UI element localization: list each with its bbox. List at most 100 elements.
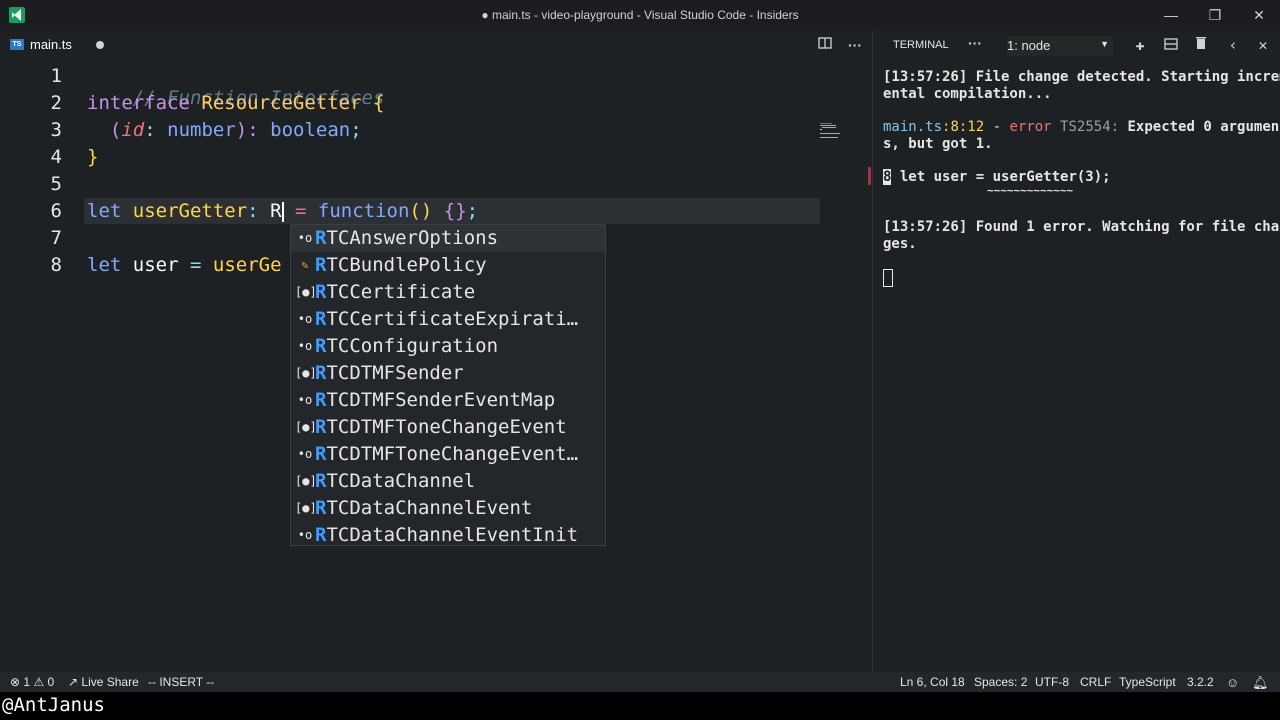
variable-token: user — [132, 254, 179, 276]
line-number: 7 — [50, 227, 62, 249]
terminal-selected-value: 1: node — [1007, 38, 1051, 53]
match-highlight: R — [315, 524, 327, 546]
indentation[interactable]: Spaces: 2 — [974, 675, 1027, 689]
tab-terminal[interactable]: TERMINAL — [893, 39, 949, 51]
split-editor-icon[interactable] — [816, 36, 834, 54]
live-share-button[interactable]: ↗ Live Share — [68, 675, 139, 689]
line-ending[interactable]: CRLF — [1080, 675, 1111, 689]
paren-token: () — [409, 200, 433, 222]
suggestion-item[interactable]: •o RTCCertificateExpirati… — [291, 306, 605, 333]
paren-token: ( — [109, 119, 122, 141]
trash-icon[interactable] — [1191, 36, 1211, 54]
suggestion-item[interactable]: [●] RTCDataChannel — [291, 468, 605, 495]
match-highlight: R — [315, 335, 327, 357]
error-code: TS2554: — [1051, 119, 1128, 135]
error-dash: - — [984, 119, 1010, 135]
suggestion-item[interactable]: [●] RTCDTMFSender — [291, 360, 605, 387]
minimap[interactable] — [818, 122, 842, 140]
title-bar: ● main.ts - video-playground - Visual St… — [0, 0, 1280, 30]
chevron-left-icon[interactable]: ‹ — [1223, 36, 1243, 54]
chevron-down-icon: ▼ — [1100, 39, 1109, 49]
interface-icon: •o — [297, 312, 313, 326]
feedback-smiley-icon[interactable]: ☺ — [1226, 675, 1239, 690]
line-number: 4 — [50, 146, 62, 168]
semicolon-token: ; — [350, 119, 362, 141]
close-panel-icon[interactable]: ✕ — [1253, 36, 1273, 54]
terminal-output[interactable]: [13:57:26] File change detected. Startin… — [873, 60, 1280, 672]
match-highlight: R — [315, 362, 327, 384]
terminal-more-icon[interactable]: ··· — [968, 35, 982, 51]
vim-mode: -- INSERT -- — [148, 675, 215, 689]
tab-main-ts[interactable]: TS main.ts — [0, 30, 122, 60]
line-number: 3 — [50, 119, 62, 141]
enum-icon: ✎ — [301, 258, 309, 272]
variable-icon: [●] — [295, 285, 317, 299]
suggestion-label: TCBundlePolicy — [326, 254, 487, 276]
language-mode[interactable]: TypeScript — [1119, 675, 1176, 689]
live-share-icon: ↗ — [68, 675, 79, 689]
suggestion-item[interactable]: •o RTCConfiguration — [291, 333, 605, 360]
editor-tab-bar: TS main.ts ··· — [0, 30, 862, 60]
tab-label: main.ts — [30, 37, 72, 52]
editor-scrollbar[interactable] — [858, 60, 872, 672]
interface-icon: •o — [297, 528, 313, 542]
warning-count: 0 — [47, 675, 55, 689]
new-terminal-plus-icon[interactable]: ✚ — [1130, 36, 1150, 54]
terminal-line: [13:57:26] Found 1 error. Watching for f… — [883, 219, 1280, 235]
split-terminal-icon[interactable] — [1161, 36, 1181, 54]
type-token: boolean — [270, 119, 351, 141]
match-highlight: R — [315, 281, 327, 303]
cursor-position[interactable]: Ln 6, Col 18 — [900, 675, 965, 689]
source-code: let user = userGetter(3); — [891, 169, 1111, 185]
brace-token: { — [373, 92, 385, 114]
suggestion-label: TCCertificate — [326, 281, 476, 303]
suggestion-item[interactable]: •o RTCDTMFSenderEventMap — [291, 387, 605, 414]
encoding[interactable]: UTF-8 — [1035, 675, 1069, 689]
colon-token: : — [247, 200, 259, 222]
minimize-button[interactable]: — — [1148, 0, 1194, 30]
close-window-button[interactable]: ✕ — [1236, 0, 1280, 30]
code-line-6: let userGetter: R = function() {}; — [87, 200, 478, 222]
code-line-3: (id: number): boolean; — [87, 119, 362, 141]
typescript-version[interactable]: 3.2.2 — [1187, 675, 1214, 689]
suggestion-item[interactable]: [●] RTCDataChannelEvent — [291, 495, 605, 522]
keyword-token: function — [317, 200, 410, 222]
suggestion-label: TCDTMFToneChangeEvent — [326, 416, 567, 438]
match-highlight: R — [315, 254, 327, 276]
unsaved-dot-icon[interactable] — [96, 41, 104, 49]
suggestion-label: TCDataChannel — [326, 470, 476, 492]
colon-token: : — [144, 119, 156, 141]
keyword-token: let — [87, 200, 122, 222]
suggestion-item[interactable]: •o RTCAnswerOptions — [291, 225, 605, 252]
terminal-line: [13:57:26] File change detected. Startin… — [883, 69, 1280, 85]
variable-icon: [●] — [295, 420, 317, 434]
suggestion-item[interactable]: ✎ RTCBundlePolicy — [291, 252, 605, 279]
suggestion-item[interactable]: [●] RTCDTMFToneChangeEvent — [291, 414, 605, 441]
terminal-line: ental compilation... — [883, 86, 1052, 102]
error-squiggle: ~~~~~~~~~~~~~ — [987, 184, 1074, 197]
line-number: 8 — [50, 254, 62, 276]
maximize-button[interactable]: ❐ — [1192, 0, 1238, 30]
suggestion-item[interactable]: •o RTCDTMFToneChangeEvent… — [291, 441, 605, 468]
function-call-token: userGe — [212, 254, 282, 276]
notifications-bell-icon[interactable]: 🔔︎ — [1252, 675, 1269, 691]
type-token: number — [167, 119, 236, 141]
match-highlight: R — [315, 227, 327, 249]
editor-more-actions-icon[interactable]: ··· — [846, 36, 864, 54]
suggestion-label: TCConfiguration — [326, 335, 499, 357]
terminal-line: ges. — [883, 236, 917, 252]
code-line-4: } — [87, 146, 98, 168]
brace-token: {} — [443, 200, 467, 222]
suggestion-item[interactable]: •o RTCDataChannelEventInit — [291, 522, 605, 549]
terminal-instance-select[interactable]: 1: node ▼ — [1007, 36, 1113, 56]
match-highlight: R — [315, 470, 327, 492]
watermark: @AntJanus — [2, 694, 105, 716]
suggestion-item[interactable]: [●] RTCCertificate — [291, 279, 605, 306]
interface-icon: •o — [297, 447, 313, 461]
error-location: :8:12 — [942, 119, 985, 135]
live-share-label: Live Share — [81, 675, 139, 689]
problems-indicator[interactable]: ⊗ 1 ⚠ 0 — [10, 675, 54, 689]
terminal-scroll-marker — [868, 167, 871, 185]
paren-token: ): — [235, 119, 259, 141]
code-line-8: let user = userGe — [87, 254, 282, 276]
